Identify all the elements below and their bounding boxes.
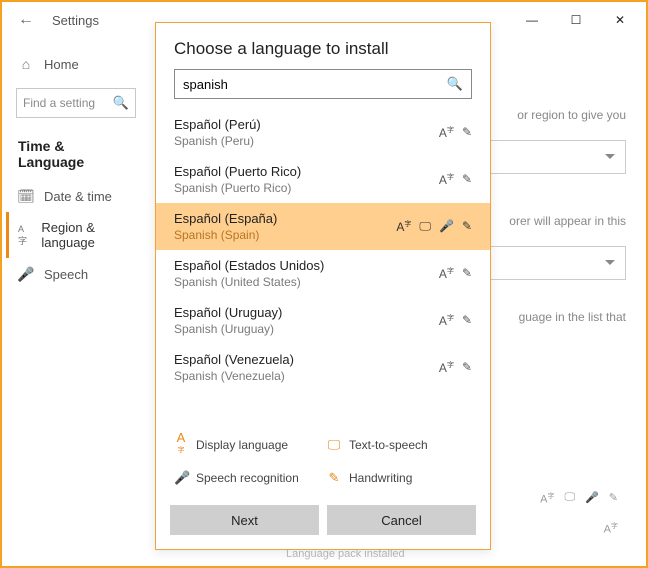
find-setting-placeholder: Find a setting [23,96,113,110]
handwriting-icon: ✎ [462,313,472,328]
speech-icon: 🎤 [439,219,454,234]
language-english-name: Spanish (United States) [174,275,392,289]
language-english-name: Spanish (Venezuela) [174,369,392,383]
close-button[interactable]: ✕ [598,5,642,35]
cancel-button[interactable]: Cancel [327,505,476,535]
language-icon: A字 [18,227,31,243]
speech-icon: 🎤 [174,470,188,486]
language-feature-icons: A字 ✎ [392,125,472,140]
display-language-icon: A字 [439,313,454,328]
language-feature-icons: A字 ✎ [392,313,472,328]
legend-speech: 🎤Speech recognition [170,465,323,491]
home-label: Home [44,57,79,72]
calendar-icon: 🗓 [18,188,34,204]
handwriting-icon: ✎ [462,219,472,234]
language-item[interactable]: Español (Venezuela)Spanish (Venezuela)A字… [156,344,490,391]
tts-icon: 🖵 [419,219,431,234]
tts-icon: 🖵 [564,491,575,506]
legend-tts: 🖵Text-to-speech [323,425,476,465]
handwriting-icon: ✎ [462,125,472,140]
language-feature-icons: A字 🖵 🎤 ✎ [392,219,472,234]
back-button[interactable]: ← [12,6,40,34]
legend-display-language: A字Display language [170,425,323,465]
settings-window: ← Settings — ☐ ✕ ⌂ Home Find a setting 🔍… [0,0,648,568]
language-native-name: Español (Perú) [174,117,392,132]
language-item[interactable]: Español (Perú) Spanish (Peru) A字 ✎ [156,109,490,156]
display-language-icon: A字 [540,491,554,506]
maximize-button[interactable]: ☐ [554,5,598,35]
display-language-icon: A字 [174,430,188,460]
window-controls: — ☐ ✕ [510,5,642,35]
microphone-icon: 🎤 [18,266,34,282]
sidebar-item-region-language[interactable]: A字 Region & language [6,212,146,258]
search-icon: 🔍 [113,95,129,111]
language-native-name: Español (Venezuela) [174,352,392,367]
feature-icons-row: A字 🖵 🎤 ✎ [540,491,618,506]
handwriting-icon: ✎ [609,491,618,506]
sidebar-item-date-time[interactable]: 🗓 Date & time [6,180,146,212]
sidebar-home[interactable]: ⌂ Home [6,48,146,80]
handwriting-icon: ✎ [462,172,472,187]
tts-icon: 🖵 [327,437,341,453]
handwriting-icon: ✎ [462,266,472,281]
sidebar-item-label: Date & time [44,189,112,204]
display-language-icon: A字 [439,266,454,281]
handwriting-icon: ✎ [462,360,472,375]
language-english-name: Spanish (Uruguay) [174,322,392,336]
language-english-name: Spanish (Puerto Rico) [174,181,392,195]
language-feature-icons: A字 ✎ [392,172,472,187]
install-language-dialog: Choose a language to install 🔍 Español (… [155,22,491,550]
language-item[interactable]: Español (España) Spanish (Spain) A字 🖵 🎤 ✎ [156,203,490,250]
language-english-name: Spanish (Spain) [174,228,392,242]
display-language-icon: A字 [439,125,454,140]
display-language-icon: A字 [439,172,454,187]
next-button[interactable]: Next [170,505,319,535]
language-native-name: Español (Puerto Rico) [174,164,392,179]
display-language-icon: A字 [604,521,618,536]
speech-icon: 🎤 [585,491,599,506]
dialog-buttons: Next Cancel [156,497,490,549]
language-item[interactable]: Español (Uruguay) Spanish (Uruguay) A字 ✎ [156,297,490,344]
language-native-name: Español (Estados Unidos) [174,258,392,273]
language-search-input[interactable] [183,77,447,92]
display-language-icon: A字 [396,219,411,234]
language-feature-icons: A字 ✎ [392,266,472,281]
language-native-name: Español (España) [174,211,392,226]
display-language-icon: A字 [439,360,454,375]
window-title: Settings [52,13,99,28]
minimize-button[interactable]: — [510,5,554,35]
language-item[interactable]: Español (Estados Unidos) Spanish (United … [156,250,490,297]
handwriting-icon: ✎ [327,470,341,486]
sidebar-item-label: Speech [44,267,88,282]
language-list: Español (Perú)Spanish (Peru)A字✎Español (… [156,109,490,419]
language-native-name: Español (Uruguay) [174,305,392,320]
home-icon: ⌂ [18,56,34,72]
sidebar-item-label: Region & language [41,220,134,250]
language-english-name: Spanish (Peru) [174,134,392,148]
find-setting-input[interactable]: Find a setting 🔍 [16,88,136,118]
sidebar-item-speech[interactable]: 🎤 Speech [6,258,146,290]
sidebar-section: Time & Language [6,132,146,180]
language-item[interactable]: Español (Puerto Rico) Spanish (Puerto Ric… [156,156,490,203]
legend-handwriting: ✎Handwriting [323,465,476,491]
dialog-title: Choose a language to install [156,23,490,69]
search-icon: 🔍 [447,76,463,92]
feature-legend: A字Display language 🖵Text-to-speech 🎤Spee… [156,419,490,497]
sidebar: ⌂ Home Find a setting 🔍 Time & Language … [2,38,146,566]
language-feature-icons: A字 ✎ [392,360,472,375]
language-search[interactable]: 🔍 [174,69,472,99]
